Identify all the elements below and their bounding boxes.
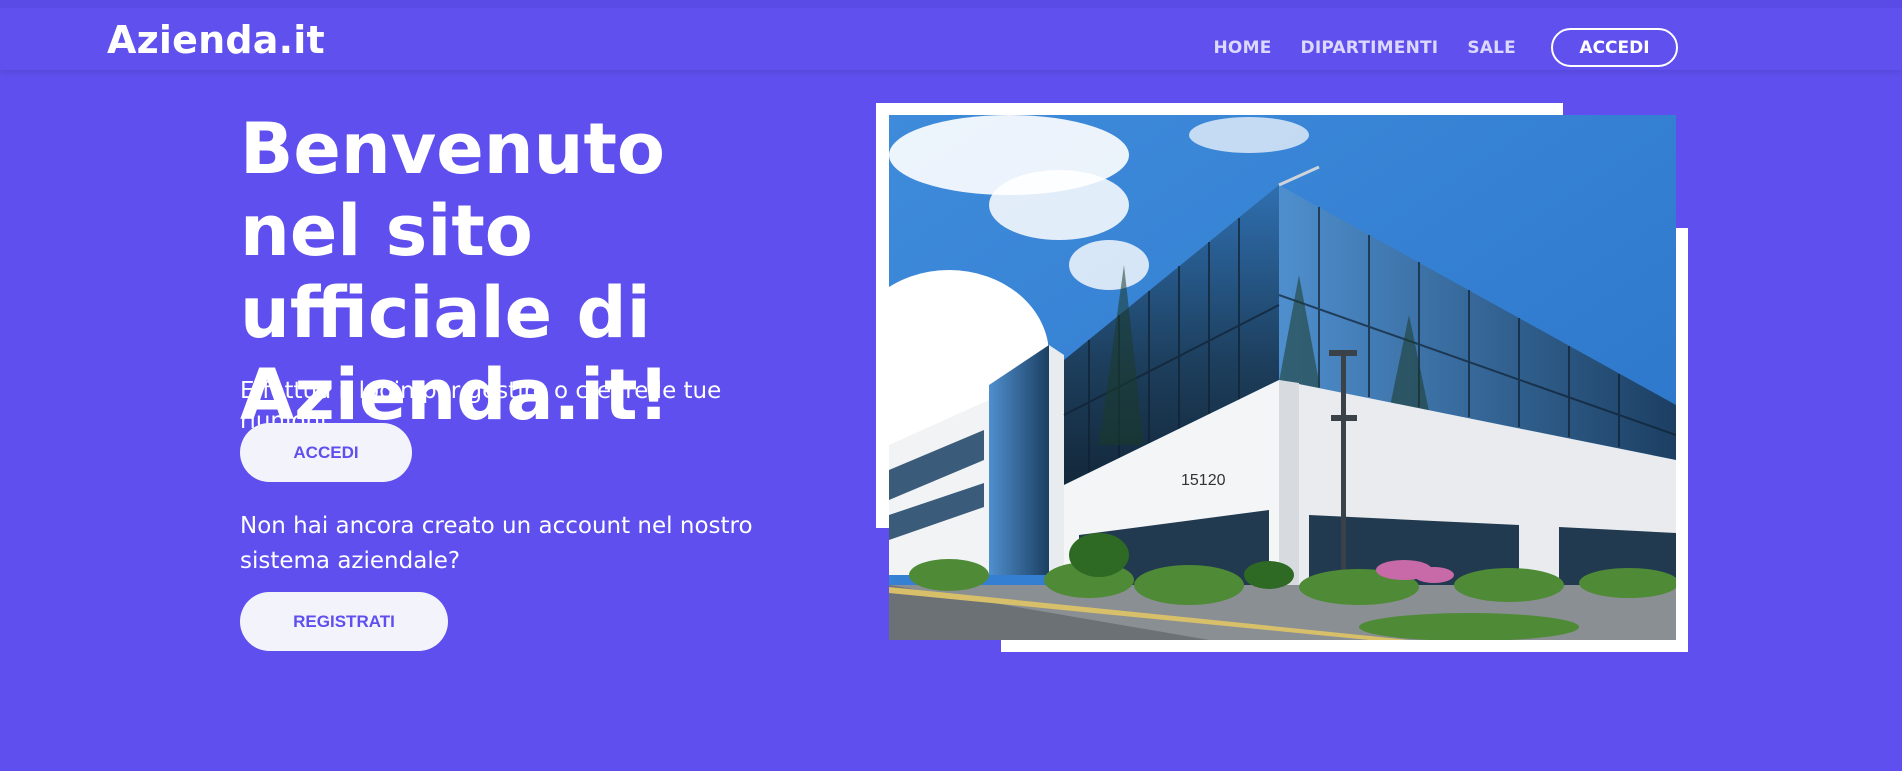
nav-login-button[interactable]: ACCEDI (1551, 28, 1678, 67)
login-button[interactable]: ACCEDI (240, 423, 412, 482)
register-button[interactable]: REGISTRATI (240, 592, 448, 651)
nav-link-home[interactable]: HOME (1214, 38, 1272, 58)
main-navigation: HOME DIPARTIMENTI SALE ACCEDI (1214, 28, 1678, 67)
building-number-label: 15120 (1181, 472, 1226, 489)
office-building-photo: 15120 (889, 115, 1676, 640)
top-navbar: Azienda.it HOME DIPARTIMENTI SALE ACCEDI (0, 0, 1902, 70)
building-illustration: 15120 (889, 115, 1676, 640)
nav-link-sale[interactable]: SALE (1467, 38, 1516, 58)
register-note: Non hai ancora creato un account nel nos… (240, 513, 753, 574)
brand-logo-text[interactable]: Azienda.it (107, 18, 325, 62)
nav-link-dipartimenti[interactable]: DIPARTIMENTI (1301, 38, 1439, 58)
